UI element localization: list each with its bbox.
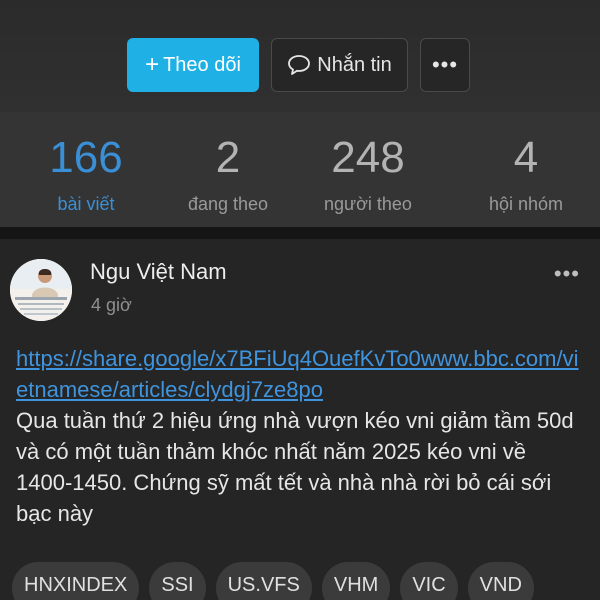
message-button[interactable]: Nhắn tin [271, 38, 408, 92]
follow-button[interactable]: + Theo dõi [127, 38, 259, 92]
stat-following-value: 2 [215, 133, 241, 182]
post-card: Ngu Việt Nam 4 giờ ••• https://share.goo… [0, 239, 600, 600]
profile-page: + Theo dõi Nhắn tin ••• 166 bài viết 2 đ… [0, 0, 600, 600]
stat-posts-label: bài viết [57, 194, 115, 214]
section-divider [0, 227, 600, 239]
post-time: 4 giờ [91, 295, 132, 315]
post-body: Qua tuần thứ 2 hiệu ứng nhà vượn kéo vni… [16, 408, 574, 526]
plus-icon: + [145, 51, 160, 78]
stat-groups-label: hội nhóm [488, 194, 564, 214]
stat-groups-value: 4 [513, 133, 539, 182]
post-author[interactable]: Ngu Việt Nam [90, 259, 227, 285]
stat-following-label: đang theo [187, 194, 269, 214]
tag-chip[interactable]: US.VFS [215, 562, 312, 600]
profile-more-button[interactable]: ••• [420, 38, 470, 92]
avatar[interactable] [10, 259, 72, 321]
tag-chip[interactable]: SSI [149, 562, 206, 600]
tag-chip[interactable]: VIC [400, 562, 458, 600]
follow-label: Theo dõi [163, 53, 241, 76]
stat-posts[interactable]: 166 bài viết [0, 112, 172, 227]
message-label: Nhắn tin [317, 53, 392, 76]
stat-followers[interactable]: 248 người theo [284, 112, 452, 227]
profile-actions: + Theo dõi Nhắn tin ••• [127, 38, 470, 94]
stat-following[interactable]: 2 đang theo [172, 112, 284, 227]
post-link[interactable]: https://share.google/x7BFiUq4OuefKvTo0ww… [16, 343, 588, 405]
profile-stats: 166 bài viết 2 đang theo 248 người theo … [0, 112, 600, 227]
chat-bubble-icon [288, 55, 311, 75]
post-tags: HNXINDEX SSI US.VFS VHM VIC VND [12, 562, 534, 600]
more-dots-icon: ••• [553, 261, 580, 286]
profile-header: + Theo dõi Nhắn tin ••• [0, 0, 600, 112]
more-dots-icon: ••• [431, 52, 459, 77]
stat-groups[interactable]: 4 hội nhóm [452, 112, 600, 227]
avatar-image [10, 259, 72, 321]
tag-chip[interactable]: VHM [321, 562, 391, 600]
post-more-button[interactable]: ••• [554, 261, 580, 287]
stat-posts-value: 166 [49, 133, 123, 182]
stat-followers-value: 248 [331, 133, 405, 182]
tag-chip[interactable]: HNXINDEX [12, 562, 140, 600]
stat-followers-label: người theo [324, 194, 412, 214]
tag-chip[interactable]: VND [467, 562, 534, 600]
